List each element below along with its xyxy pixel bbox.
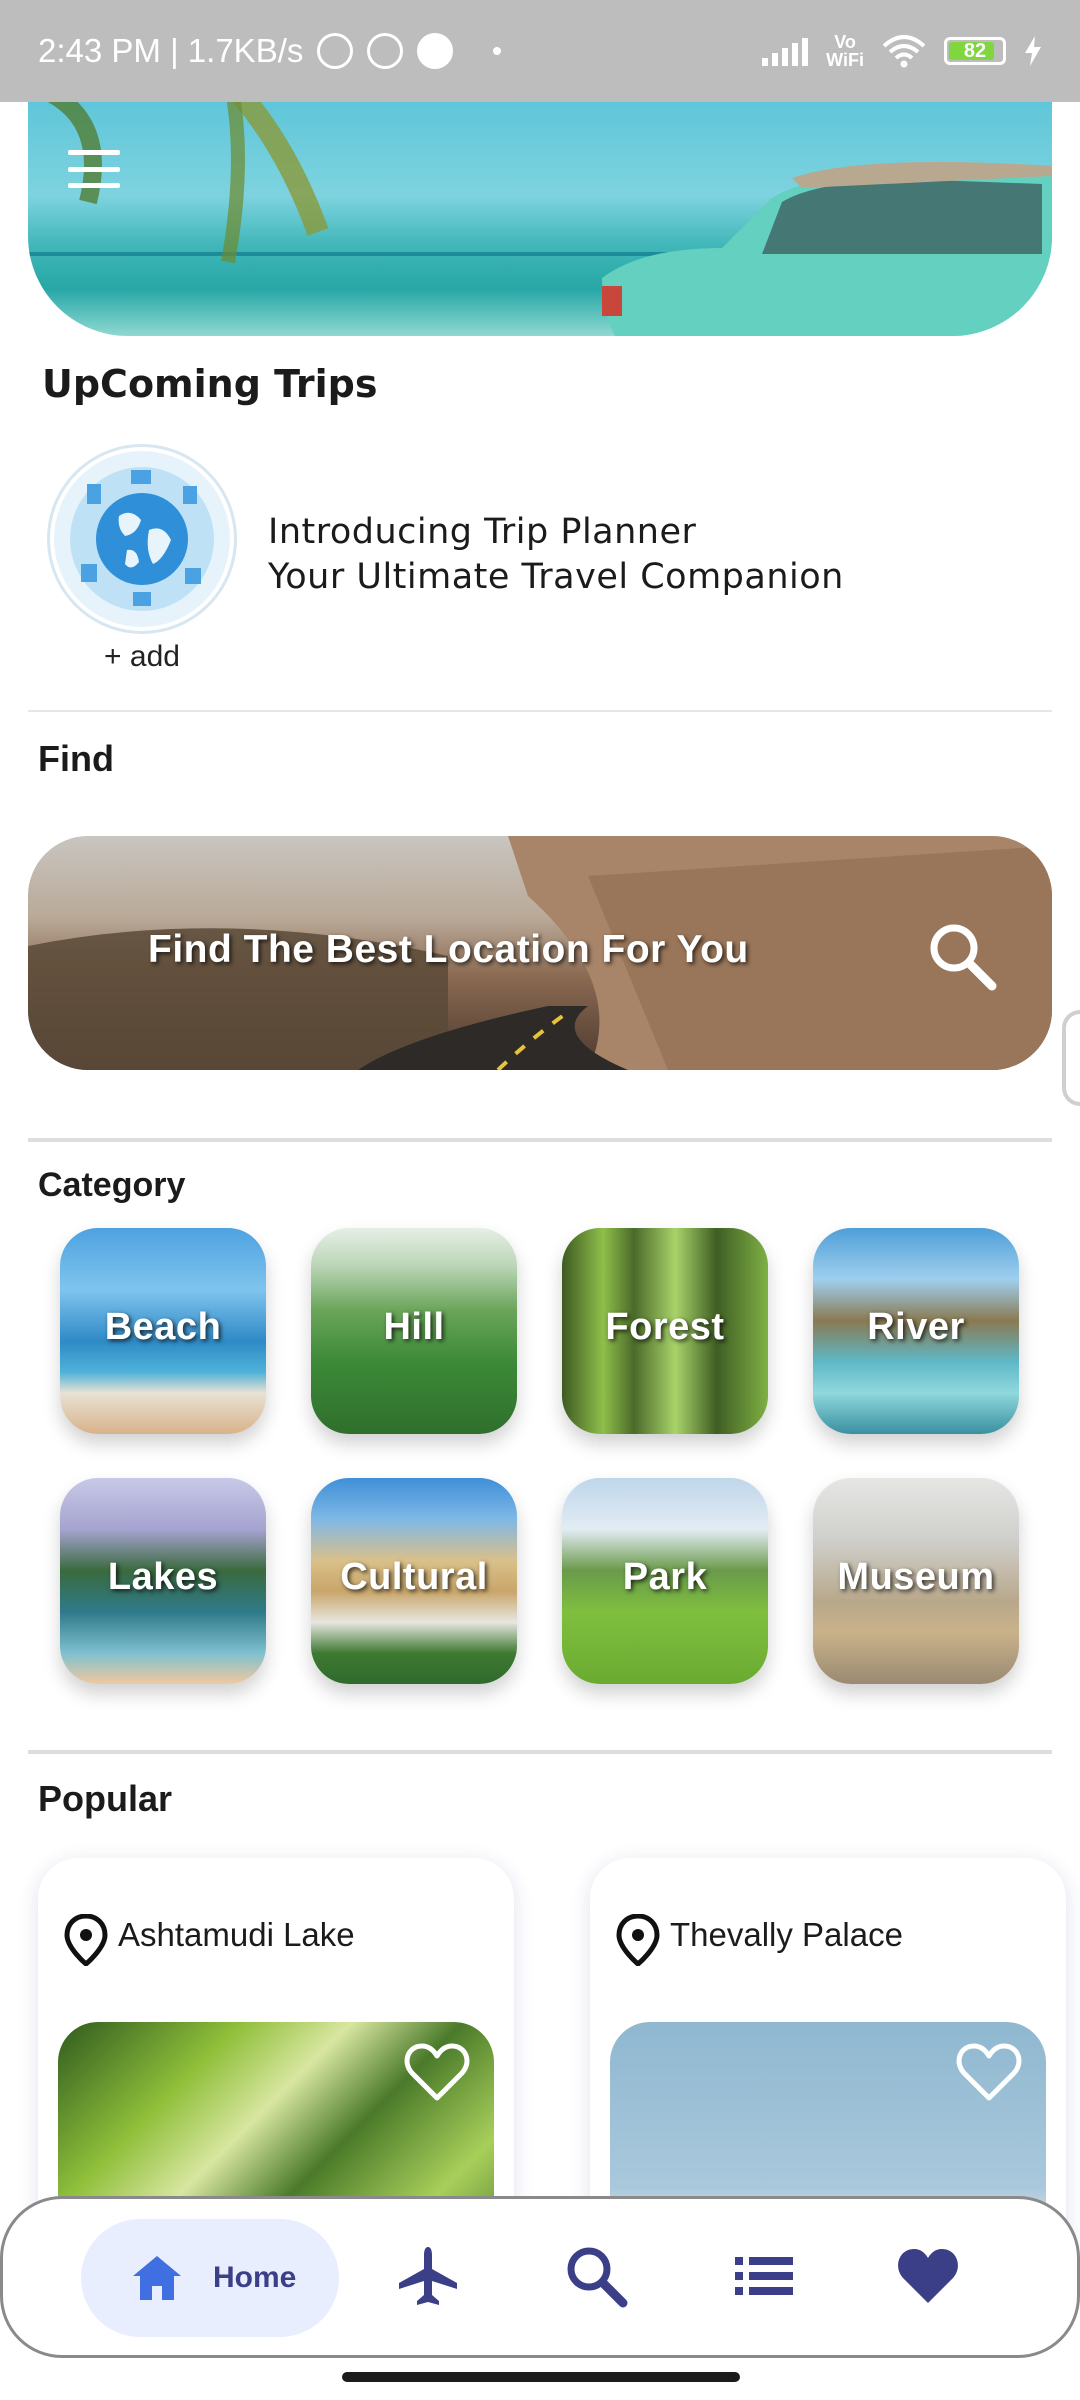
intro-line-1: Introducing Trip Planner: [268, 512, 697, 552]
category-label: River: [867, 1306, 965, 1348]
category-label: Park: [622, 1556, 708, 1598]
find-banner-text: Find The Best Location For You: [148, 928, 749, 971]
menu-hamburger-icon[interactable]: [68, 150, 120, 188]
intro-line-2: Your Ultimate Travel Companion: [268, 557, 844, 597]
status-time: 2:43 PM | 1.7KB/s: [38, 32, 304, 69]
vintage-car-graphic: [602, 162, 1052, 336]
category-label: Hill: [383, 1306, 445, 1348]
category-beach[interactable]: Beach: [60, 1228, 266, 1434]
popular-title: Popular: [38, 1778, 173, 1819]
status-bar: 2:43 PM | 1.7KB/s Vo WiFi 82: [0, 0, 1080, 102]
search-icon[interactable]: [926, 920, 998, 992]
divider: [28, 1750, 1052, 1754]
palm-leaves-graphic: [48, 102, 329, 264]
app-notification-icon: [417, 33, 454, 69]
globe-icon: [70, 467, 214, 611]
heart-outline-icon[interactable]: [404, 2042, 470, 2102]
divider: [28, 1138, 1052, 1142]
more-notifications-dot: [493, 47, 502, 55]
battery-level: 82: [963, 39, 987, 62]
divider: [28, 710, 1052, 712]
vowifi-icon: Vo WiFi: [826, 32, 864, 70]
home-icon: [133, 2256, 181, 2300]
heart-outline-icon[interactable]: [956, 2042, 1022, 2102]
upcoming-trips-title: UpComing Trips: [42, 362, 378, 406]
charging-icon: [1025, 36, 1041, 66]
category-label: Forest: [605, 1306, 725, 1348]
place-name: Thevally Palace: [670, 1916, 903, 1953]
category-title: Category: [38, 1166, 186, 1204]
trip-planner-intro: Introducing Trip Planner Your Ultimate T…: [268, 510, 844, 600]
search-icon[interactable]: [563, 2243, 629, 2309]
nav-home-label: Home: [213, 2261, 297, 2294]
signal-icon: [762, 36, 809, 66]
place-name: Ashtamudi Lake: [118, 1916, 355, 1953]
heart-icon[interactable]: [895, 2243, 961, 2309]
category-forest[interactable]: Forest: [562, 1228, 768, 1434]
bottom-navigation-bar: Home: [0, 2196, 1080, 2358]
trip-planner-avatar[interactable]: [50, 447, 234, 631]
alarm-icon: [317, 33, 354, 69]
whatsapp-icon: [367, 33, 404, 69]
nav-home-tab[interactable]: Home: [81, 2219, 339, 2337]
airplane-icon[interactable]: [395, 2243, 461, 2309]
battery-icon: 82: [944, 37, 1006, 65]
wifi-icon: [882, 35, 926, 68]
category-museum[interactable]: Museum: [813, 1478, 1019, 1684]
hero-banner-image: [28, 102, 1052, 336]
find-title: Find: [38, 738, 114, 779]
find-location-banner[interactable]: Find The Best Location For You: [28, 836, 1052, 1070]
add-trip-link[interactable]: + add: [50, 640, 234, 674]
category-label: Cultural: [340, 1556, 488, 1598]
category-park[interactable]: Park: [562, 1478, 768, 1684]
location-pin-icon: [616, 1914, 660, 1966]
list-icon[interactable]: [731, 2243, 797, 2309]
location-pin-icon: [64, 1914, 108, 1966]
category-river[interactable]: River: [813, 1228, 1019, 1434]
category-label: Museum: [837, 1556, 995, 1598]
home-gesture-indicator[interactable]: [342, 2372, 740, 2382]
side-edge-handle[interactable]: [1062, 1010, 1080, 1106]
category-hill[interactable]: Hill: [311, 1228, 517, 1434]
category-label: Lakes: [107, 1556, 219, 1598]
category-lakes[interactable]: Lakes: [60, 1478, 266, 1684]
category-label: Beach: [104, 1306, 222, 1348]
category-cultural[interactable]: Cultural: [311, 1478, 517, 1684]
